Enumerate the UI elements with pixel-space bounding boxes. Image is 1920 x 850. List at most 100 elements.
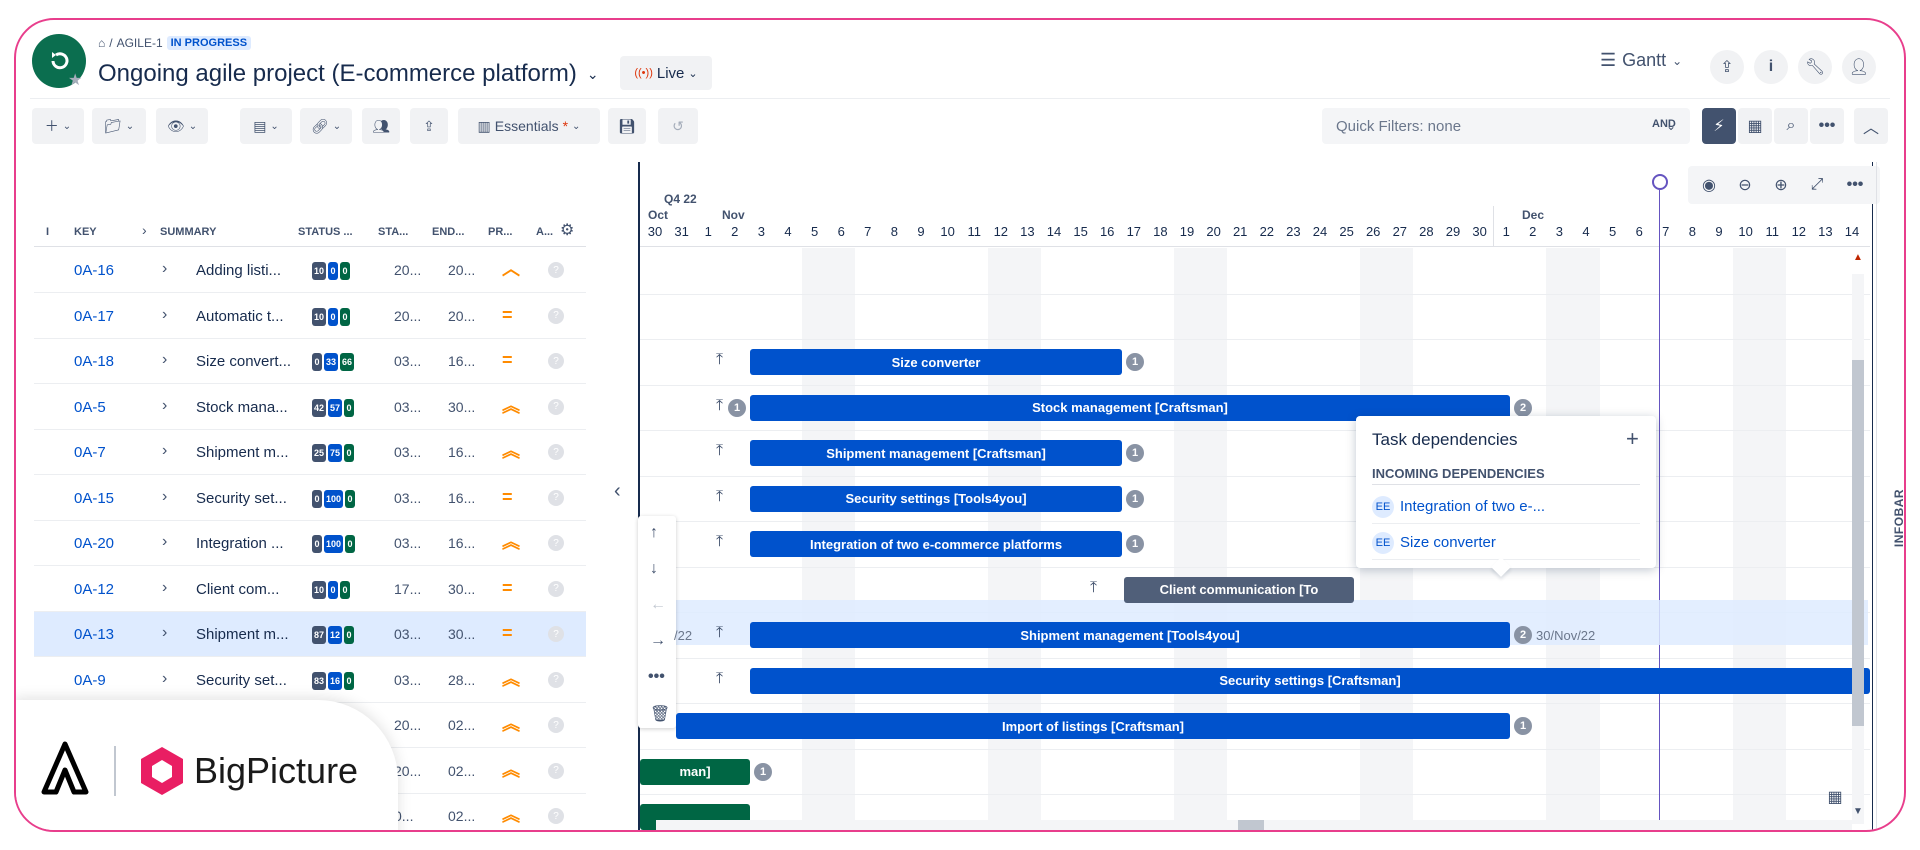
table-row[interactable]: 0A-12 › Client com... 10 0 0 17... 30... =? bbox=[34, 567, 586, 612]
gantt-task-bar[interactable]: Integration of two e-commerce platforms bbox=[750, 531, 1122, 557]
and-toggle[interactable]: AND bbox=[1652, 118, 1676, 130]
issue-summary[interactable]: Security set... bbox=[196, 490, 296, 507]
undo-button[interactable]: ↺ bbox=[658, 108, 698, 144]
table-row[interactable]: 0A-18 › Size convert... 0 33 66 03... 16... =? bbox=[34, 339, 586, 384]
column-header-end[interactable]: END... bbox=[432, 226, 464, 238]
expand-all-chevron-icon[interactable]: › bbox=[142, 222, 147, 238]
assignee-avatar-icon[interactable]: ? bbox=[548, 307, 564, 324]
assignee-avatar-icon[interactable]: ? bbox=[548, 353, 564, 369]
dependency-count-badge[interactable]: 2 bbox=[1514, 398, 1532, 417]
scroll-down-icon[interactable]: ▼ bbox=[1852, 806, 1864, 817]
move-to-parent-icon[interactable]: ⤒ bbox=[716, 624, 723, 642]
team-button[interactable]: 👥︎ bbox=[362, 108, 400, 144]
move-up-icon[interactable]: ↑ bbox=[650, 524, 658, 542]
table-row[interactable]: 0A-5 › Stock mana... 42 57 0 03... 30... ︽? bbox=[34, 385, 586, 430]
issue-summary[interactable]: Shipment m... bbox=[196, 626, 296, 643]
table-row[interactable]: 0A-17 › Automatic t... 10 0 0 20... 20... =? bbox=[34, 294, 586, 339]
issue-summary[interactable]: Size convert... bbox=[196, 353, 296, 370]
column-header-start[interactable]: STA... bbox=[378, 226, 408, 238]
folder-button[interactable]: 📁︎ ⌄ bbox=[92, 108, 146, 144]
share-button[interactable]: ⇪ bbox=[1710, 50, 1744, 84]
assignee-avatar-icon[interactable]: ? bbox=[548, 535, 564, 551]
gantt-task-bar[interactable]: man] bbox=[640, 758, 750, 785]
gear-icon[interactable]: ⚙ bbox=[560, 220, 574, 240]
collapse-panel-chevron-icon[interactable]: ‹ bbox=[614, 480, 621, 503]
issue-key-link[interactable]: 0A-13 bbox=[74, 626, 114, 643]
assignee-avatar-icon[interactable]: ? bbox=[548, 398, 564, 415]
issue-key-link[interactable]: 0A-17 bbox=[74, 308, 114, 325]
quick-filters-select[interactable]: Quick Filters: none ⌄ bbox=[1322, 108, 1690, 144]
expand-chevron-icon[interactable]: › bbox=[162, 533, 167, 551]
assignee-avatar-icon[interactable]: ? bbox=[548, 762, 564, 779]
table-row[interactable]: 0A-16 › Adding listi... 10 0 0 20... 20... ︿? bbox=[34, 248, 586, 293]
assignee-avatar-icon[interactable]: ? bbox=[548, 489, 564, 506]
table-row[interactable]: 0A-13 › Shipment m... 87 12 0 03... 30... =? bbox=[34, 612, 586, 657]
gantt-task-bar[interactable]: Shipment management [Tools4you] bbox=[750, 622, 1510, 648]
dependency-count-badge[interactable]: 1 bbox=[754, 762, 772, 781]
table-row[interactable]: 0A-9 › Security set... 83 16 0 03... 28... ︽? bbox=[34, 658, 586, 703]
dependency-count-badge[interactable]: 1 bbox=[1126, 535, 1144, 553]
save-button[interactable]: 💾︎ bbox=[608, 108, 646, 144]
fullscreen-icon[interactable]: ⤢ bbox=[1802, 170, 1832, 200]
dependency-item[interactable]: EE Integration of two e-... bbox=[1372, 490, 1640, 524]
more-horizontal-icon[interactable]: ••• bbox=[648, 668, 665, 686]
assignee-avatar-icon[interactable]: ? bbox=[548, 262, 564, 278]
issue-key-link[interactable]: 0A-18 bbox=[74, 353, 114, 370]
home-icon[interactable]: ⌂ bbox=[98, 36, 105, 50]
dependency-item[interactable]: EE Size converter bbox=[1372, 526, 1640, 560]
dependency-count-badge[interactable]: 1 bbox=[1514, 717, 1532, 735]
table-row[interactable]: 0A-7 › Shipment m... 25 75 0 03... 16... ︽? bbox=[34, 430, 586, 475]
map-icon[interactable]: ▦ bbox=[1822, 784, 1848, 810]
assignee-avatar-icon[interactable]: ? bbox=[548, 808, 564, 824]
dependency-count-badge[interactable]: 1 bbox=[1126, 353, 1144, 371]
page-title[interactable]: Ongoing agile project (E-commerce platfo… bbox=[98, 60, 599, 88]
column-header-assignee[interactable]: A... bbox=[536, 226, 553, 238]
issue-summary[interactable]: Shipment m... bbox=[196, 444, 296, 461]
lightning-button[interactable]: ⚡︎ bbox=[1702, 108, 1736, 144]
dependency-count-badge[interactable]: 1 bbox=[1126, 444, 1144, 462]
gantt-task-bar[interactable]: Client communication [To bbox=[1124, 576, 1354, 603]
eye-button[interactable]: 👁︎ ⌄ bbox=[156, 108, 208, 144]
expand-chevron-icon[interactable]: › bbox=[162, 260, 167, 278]
issue-summary[interactable]: Security set... bbox=[196, 672, 296, 689]
issue-key-link[interactable]: 0A-9 bbox=[74, 672, 106, 689]
link-button[interactable]: 🔗︎ ⌄ bbox=[300, 108, 352, 144]
assignee-avatar-icon[interactable]: ? bbox=[548, 580, 564, 597]
essentials-button[interactable]: ▥ Essentials * ⌄ bbox=[458, 108, 600, 144]
trash-icon[interactable]: 🗑︎ bbox=[650, 704, 670, 724]
vertical-scrollbar-thumb[interactable] bbox=[1852, 360, 1864, 726]
column-header-priority[interactable]: PR... bbox=[488, 226, 512, 238]
issue-summary[interactable]: Stock mana... bbox=[196, 399, 296, 416]
expand-chevron-icon[interactable]: › bbox=[162, 579, 167, 597]
gantt-task-bar[interactable]: Security settings [Craftsman] bbox=[750, 667, 1870, 694]
user-button[interactable]: 👤︎ bbox=[1842, 50, 1876, 84]
gantt-task-bar[interactable]: Import of listings [Craftsman] bbox=[676, 713, 1510, 739]
today-marker-icon[interactable] bbox=[1652, 174, 1668, 190]
assignee-avatar-icon[interactable]: ? bbox=[548, 717, 564, 733]
assignee-avatar-icon[interactable]: ? bbox=[548, 626, 564, 642]
today-target-icon[interactable]: ◉ bbox=[1694, 170, 1724, 200]
expand-chevron-icon[interactable]: › bbox=[162, 442, 167, 460]
gantt-task-bar[interactable]: Shipment management [Craftsman] bbox=[750, 440, 1122, 466]
column-header-status[interactable]: STATUS ... bbox=[298, 226, 353, 238]
table-row[interactable]: 0A-20 › Integration ... 0 100 0 03... 16... ︽? bbox=[34, 521, 586, 566]
issue-summary[interactable]: Adding listi... bbox=[196, 262, 296, 279]
column-header-summary[interactable]: SUMMARY bbox=[160, 226, 216, 238]
column-header-i[interactable]: I bbox=[46, 226, 49, 238]
expand-chevron-icon[interactable]: › bbox=[162, 670, 167, 688]
star-icon[interactable]: ★ bbox=[68, 70, 82, 90]
expand-chevron-icon[interactable]: › bbox=[162, 624, 167, 642]
indent-icon[interactable]: → bbox=[650, 632, 666, 650]
move-to-parent-icon[interactable]: ⤒ bbox=[716, 442, 723, 460]
issue-key-link[interactable]: 0A-15 bbox=[74, 490, 114, 507]
horizontal-scrollbar-thumb[interactable] bbox=[1238, 820, 1264, 830]
dependency-count-badge[interactable]: 2 bbox=[1514, 626, 1532, 644]
add-dependency-icon[interactable]: + bbox=[1626, 426, 1639, 452]
move-to-parent-icon[interactable]: ⤒ bbox=[716, 351, 723, 369]
assignee-avatar-icon[interactable]: ? bbox=[548, 671, 564, 688]
export-button[interactable]: ⇪ bbox=[410, 108, 448, 144]
issue-key-link[interactable]: 0A-12 bbox=[74, 581, 114, 598]
gantt-task-bar[interactable]: Security settings [Tools4you] bbox=[750, 485, 1122, 512]
expand-chevron-icon[interactable]: › bbox=[162, 306, 167, 324]
scroll-up-icon[interactable]: ▲ bbox=[1852, 252, 1864, 263]
